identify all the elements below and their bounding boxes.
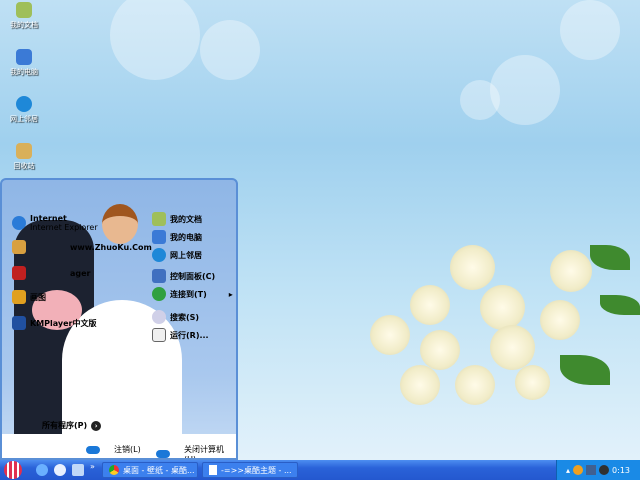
shutdown-icon [156, 450, 170, 458]
quicklaunch-more-button[interactable]: » [90, 462, 95, 471]
qq-icon[interactable] [573, 465, 584, 475]
control-panel-icon [152, 269, 166, 283]
network-icon [16, 96, 32, 112]
shutdown-button[interactable]: 关闭计算机(U) [156, 444, 236, 458]
my-computer-icon [16, 49, 32, 65]
chrome-icon [109, 465, 119, 475]
arrow-right-icon: › [91, 420, 102, 431]
book-icon [12, 266, 26, 280]
my-documents-icon [16, 2, 32, 18]
wallpaper-bouquet [350, 215, 640, 445]
network-tray-icon[interactable] [586, 465, 597, 475]
menu-item-zhuoku[interactable]: www.ZhuoKu.Com [12, 240, 152, 254]
my-documents-icon [152, 212, 166, 226]
app-icon [12, 240, 26, 254]
network-icon [152, 248, 166, 262]
desktop-icon-network[interactable]: 网上邻居 [4, 96, 44, 124]
logoff-button[interactable]: 注销(L) [86, 444, 141, 455]
run-icon [152, 328, 166, 342]
menu-item-paint[interactable]: 画图 [12, 290, 46, 304]
paint-icon [12, 290, 26, 304]
menu-item-manager[interactable]: ager [12, 266, 91, 280]
clock[interactable]: 0:13 [612, 466, 630, 475]
quicklaunch-ie-icon[interactable] [36, 464, 48, 476]
task-button-browser[interactable]: 桌面 - 壁纸 - 桌酷... [102, 462, 198, 478]
kmplayer-icon [12, 316, 26, 330]
menu-item-search[interactable]: 搜索(S) [152, 310, 199, 324]
menu-item-internet[interactable]: Internet Internet Explorer [12, 214, 98, 232]
logoff-icon [86, 445, 100, 454]
app-tray-icon[interactable] [599, 465, 610, 475]
task-button-document[interactable]: -=>>桌酷主题 - ... [202, 462, 298, 478]
tray-expand-icon[interactable]: ▴ [566, 466, 570, 475]
submenu-arrow-icon: ▸ [228, 289, 233, 299]
my-computer-icon [152, 230, 166, 244]
taskbar: » 桌面 - 壁纸 - 桌酷... -=>>桌酷主题 - ... ▴ 0:13 [0, 460, 640, 480]
menu-item-my-documents[interactable]: 我的文档 [152, 212, 202, 226]
menu-item-control-panel[interactable]: 控制面板(C) [152, 269, 215, 283]
quicklaunch-desktop-icon[interactable] [72, 464, 84, 476]
ie-icon [12, 216, 26, 230]
desktop-icon-recycle-bin[interactable]: 回收站 [4, 143, 44, 171]
quicklaunch-browser-icon[interactable] [54, 464, 66, 476]
menu-item-kmplayer[interactable]: KMPlayer中文版 [12, 316, 97, 330]
all-programs-button[interactable]: 所有程序(P) › [42, 420, 102, 431]
groom-head [102, 204, 138, 244]
start-menu: Internet Internet Explorer www.ZhuoKu.Com… [0, 178, 238, 460]
desktop-icon-my-documents[interactable]: 我的文档 [4, 2, 44, 30]
start-button[interactable] [4, 461, 22, 479]
connect-icon [152, 287, 166, 301]
system-tray: ▴ 0:13 [556, 460, 640, 480]
search-icon [152, 310, 166, 324]
menu-item-connect-to[interactable]: 连接到(T) ▸ [152, 287, 233, 301]
menu-item-network[interactable]: 网上邻居 [152, 248, 202, 262]
document-icon [209, 465, 217, 475]
desktop-icon-my-computer[interactable]: 我的电脑 [4, 49, 44, 77]
menu-item-my-computer[interactable]: 我的电脑 [152, 230, 202, 244]
menu-item-run[interactable]: 运行(R)... [152, 328, 209, 342]
recycle-bin-icon [16, 143, 32, 159]
